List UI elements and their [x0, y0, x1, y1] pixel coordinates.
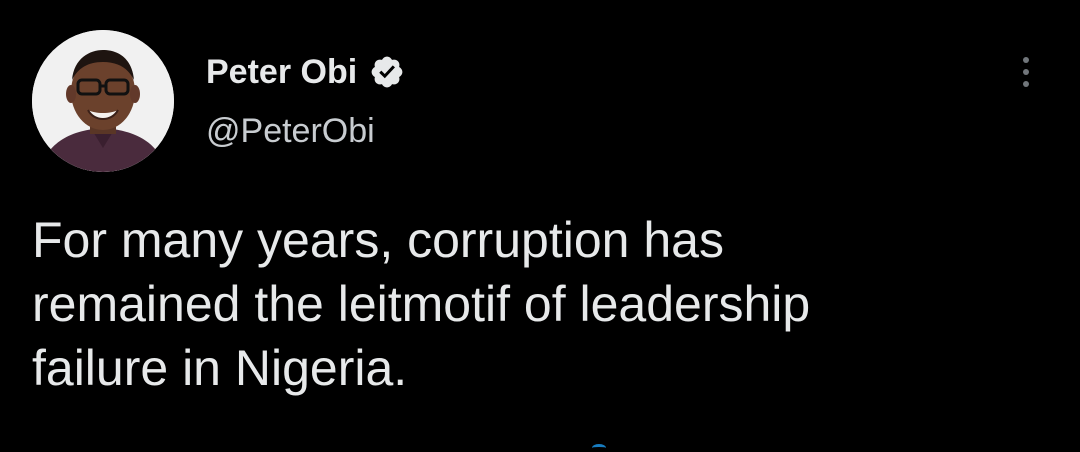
author-handle[interactable]: @PeterObi [206, 112, 375, 151]
author-name-row[interactable]: Peter Obi [206, 50, 405, 94]
verified-badge-icon [369, 54, 405, 90]
tweet-card: Peter Obi @PeterObi For many years, corr… [0, 0, 1080, 449]
more-options-button[interactable] [1006, 52, 1046, 92]
more-vertical-icon [1023, 57, 1029, 63]
cut-off-element [592, 444, 606, 452]
avatar-photo-icon [32, 30, 174, 172]
more-vertical-icon-dot [1023, 81, 1029, 87]
more-vertical-icon-dot [1023, 69, 1029, 75]
avatar[interactable] [32, 30, 174, 172]
tweet-text: For many years, corruption has remained … [32, 212, 811, 396]
author-name[interactable]: Peter Obi [206, 53, 357, 92]
